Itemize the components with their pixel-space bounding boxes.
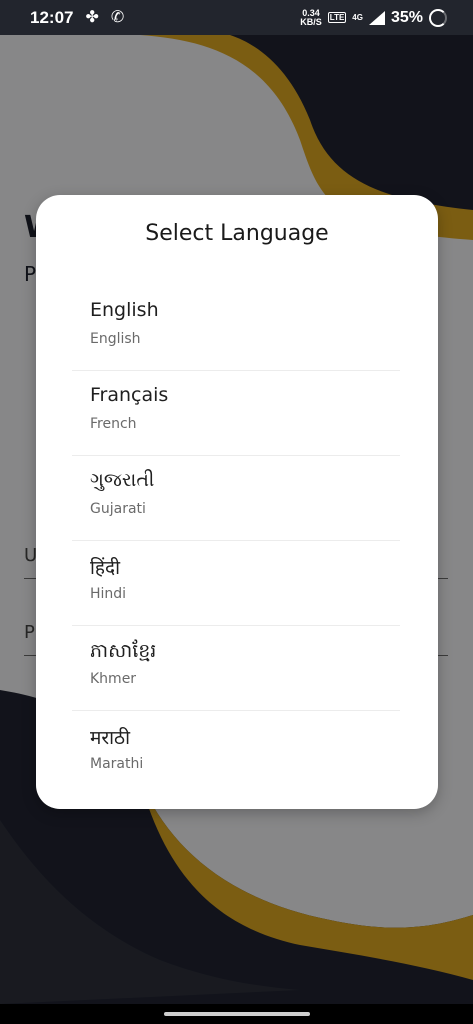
language-english-name: Marathi	[90, 756, 144, 772]
battery-percent: 35%	[390, 8, 423, 26]
select-language-dialog: Select Language English English Français…	[36, 195, 438, 809]
language-english-name: English	[90, 331, 141, 347]
app-screen: W P U P 12:07 ✤ ✆ 0.34 KB/S LTE 4G 35%	[0, 0, 473, 1024]
battery-ring-icon	[429, 8, 447, 27]
language-option-khmer[interactable]: ភាសាខ្មែរ Khmer	[72, 627, 400, 711]
language-option-hindi[interactable]: हिंदी Hindi	[72, 542, 400, 626]
pinwheel-icon: ✤	[85, 8, 99, 26]
language-option-english[interactable]: English English	[72, 287, 400, 371]
language-option-marathi[interactable]: मराठी Marathi	[72, 712, 400, 796]
language-native-name: मराठी	[90, 727, 131, 749]
language-native-name: ગુજરાતી	[90, 469, 155, 491]
status-time: 12:07	[30, 7, 74, 27]
network-type: 4G	[352, 13, 363, 22]
language-native-name: हिंदी	[90, 557, 121, 579]
volte-icon: LTE	[327, 12, 347, 23]
status-bar: 12:07 ✤ ✆ 0.34 KB/S LTE 4G 35%	[0, 0, 473, 35]
language-english-name: French	[90, 416, 137, 432]
network-speed-unit: KB/S	[300, 16, 322, 27]
language-option-gujarati[interactable]: ગુજરાતી Gujarati	[72, 457, 400, 541]
dialog-title: Select Language	[145, 221, 329, 246]
language-native-name: Français	[90, 384, 169, 406]
home-gesture-handle[interactable]	[164, 1012, 310, 1016]
call-icon: ✆	[110, 8, 125, 26]
network-speed: 0.34 KB/S	[300, 8, 322, 27]
language-option-french[interactable]: Français French	[72, 372, 400, 456]
navigation-bar	[0, 1004, 473, 1024]
language-native-name: English	[90, 299, 159, 321]
signal-icon	[368, 10, 385, 25]
language-english-name: Gujarati	[90, 501, 146, 517]
language-english-name: Khmer	[90, 671, 137, 687]
language-english-name: Hindi	[90, 586, 127, 602]
language-native-name: ភាសាខ្មែរ	[90, 640, 157, 662]
